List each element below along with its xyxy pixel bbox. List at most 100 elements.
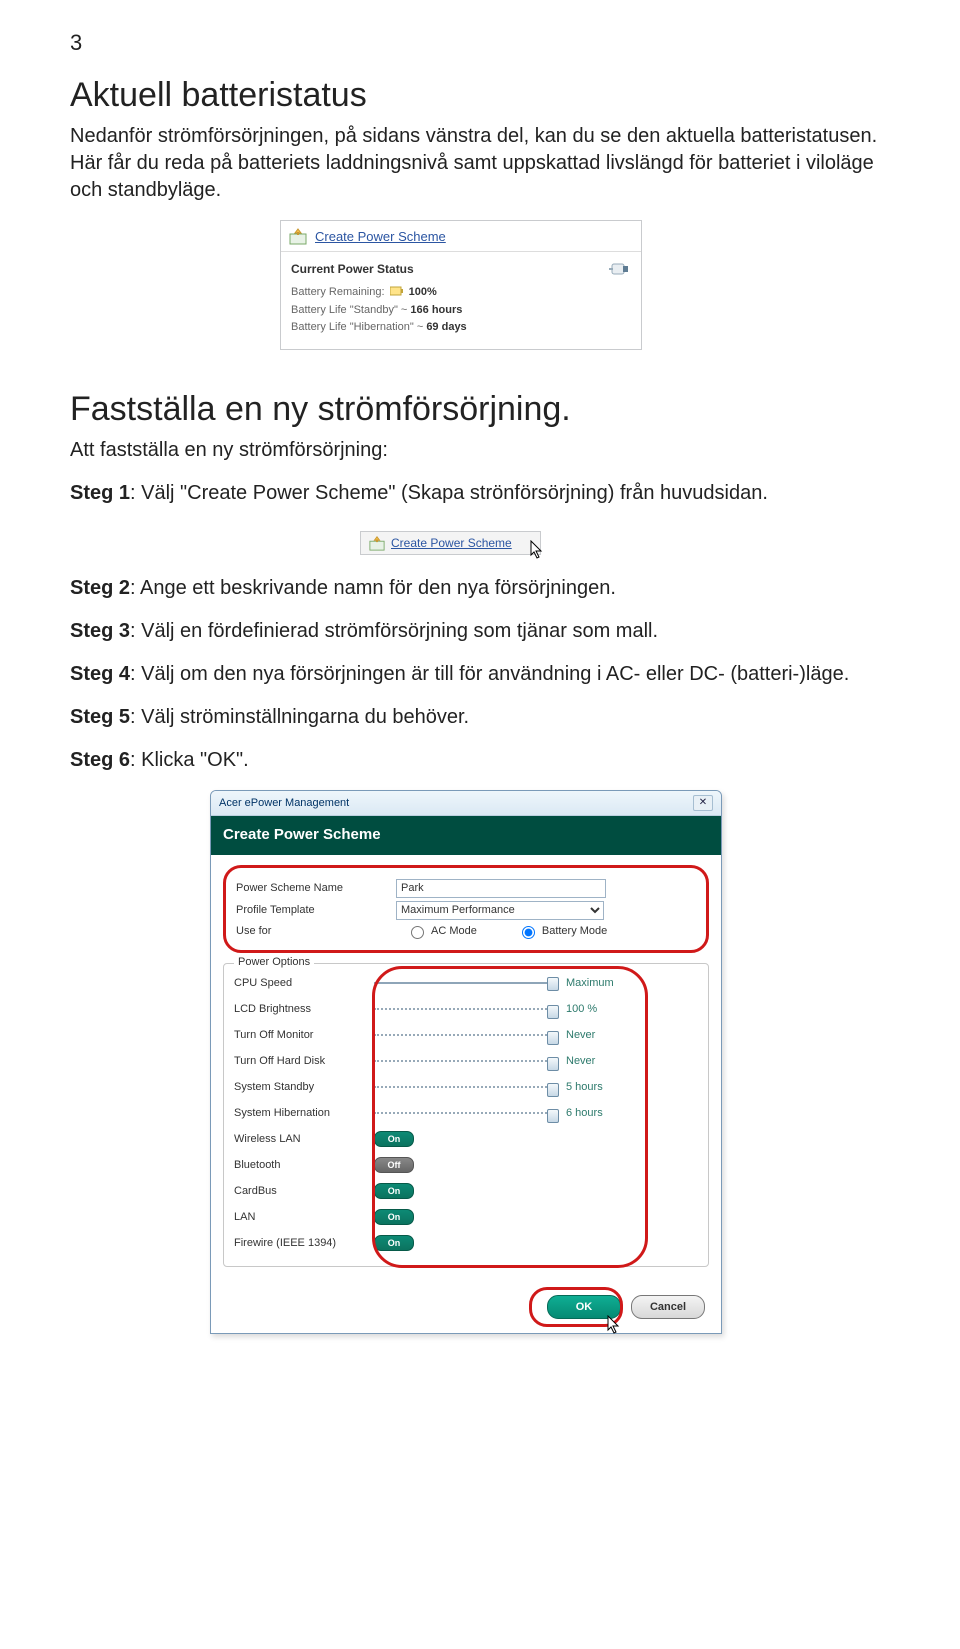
dialog-titlebar: Acer ePower Management ✕ bbox=[211, 791, 721, 816]
power-option-control: Never bbox=[374, 1055, 702, 1067]
page-number: 3 bbox=[70, 30, 890, 56]
template-label: Profile Template bbox=[236, 904, 396, 916]
power-option-label: Firewire (IEEE 1394) bbox=[234, 1237, 374, 1249]
dialog-title: Acer ePower Management bbox=[219, 797, 349, 809]
step-5-text: : Välj ströminställningarna du behöver. bbox=[130, 706, 469, 728]
create-power-scheme-link[interactable]: Create Power Scheme bbox=[315, 229, 446, 244]
power-option-label: CardBus bbox=[234, 1185, 374, 1197]
step-4-label: Steg 4 bbox=[70, 663, 130, 685]
slider[interactable] bbox=[374, 1034, 554, 1036]
slider[interactable] bbox=[374, 1060, 554, 1062]
status-line-hibernation: Battery Life "Hibernation" ~ 69 days bbox=[291, 319, 631, 337]
power-option-row: BluetoothOff bbox=[234, 1152, 702, 1178]
power-option-control: Never bbox=[374, 1029, 702, 1041]
radio-dc-label: Battery Mode bbox=[542, 925, 607, 937]
toggle-on[interactable]: On bbox=[374, 1131, 414, 1147]
create-power-scheme-dialog: Acer ePower Management ✕ Create Power Sc… bbox=[210, 790, 722, 1334]
toggle-on[interactable]: On bbox=[374, 1235, 414, 1251]
step-6: Steg 6: Klicka "OK". bbox=[70, 747, 890, 774]
status-line-standby: Battery Life "Standby" ~ 166 hours bbox=[291, 302, 631, 320]
heading-aktuell-batteristatus: Aktuell batteristatus bbox=[70, 76, 890, 115]
power-status-widget: Create Power Scheme Current Power Status… bbox=[280, 220, 642, 350]
step-2-label: Steg 2 bbox=[70, 577, 130, 599]
power-option-label: Turn Off Hard Disk bbox=[234, 1055, 374, 1067]
step-1-label: Steg 1 bbox=[70, 482, 130, 504]
power-option-row: CPU Speed Maximum bbox=[234, 970, 702, 996]
step-6-text: : Klicka "OK". bbox=[130, 749, 249, 771]
slider-thumb-icon[interactable] bbox=[547, 1057, 559, 1071]
toggle-off[interactable]: Off bbox=[374, 1157, 414, 1173]
toggle-on[interactable]: On bbox=[374, 1183, 414, 1199]
slider[interactable] bbox=[374, 1086, 554, 1088]
step-3-text: : Välj en fördefinierad strömförsörjning… bbox=[130, 620, 658, 642]
toggle-on[interactable]: On bbox=[374, 1209, 414, 1225]
power-option-value: Never bbox=[554, 1055, 646, 1067]
radio-battery-mode[interactable]: Battery Mode bbox=[517, 923, 607, 939]
power-option-row: System Standby 5 hours bbox=[234, 1074, 702, 1100]
slider[interactable] bbox=[374, 1112, 554, 1114]
step-1: Steg 1: Välj "Create Power Scheme" (Skap… bbox=[70, 480, 890, 507]
scheme-name-input[interactable] bbox=[396, 879, 606, 898]
slider-thumb-icon[interactable] bbox=[547, 977, 559, 991]
power-option-value: Maximum bbox=[554, 977, 646, 989]
power-options-legend: Power Options bbox=[234, 956, 314, 968]
intro-faststalla: Att fastställa en ny strömförsörjning: bbox=[70, 437, 890, 464]
power-option-label: Turn Off Monitor bbox=[234, 1029, 374, 1041]
power-option-row: Firewire (IEEE 1394)On bbox=[234, 1230, 702, 1256]
power-option-control: On bbox=[374, 1209, 702, 1225]
cancel-button[interactable]: Cancel bbox=[631, 1295, 705, 1319]
paragraph-aktuell: Nedanför strömförsörjningen, på sidans v… bbox=[70, 123, 890, 204]
power-option-row: System Hibernation 6 hours bbox=[234, 1100, 702, 1126]
slider-rail bbox=[374, 1060, 554, 1062]
step-2: Steg 2: Ange ett beskrivande namn för de… bbox=[70, 575, 890, 602]
power-option-value: 5 hours bbox=[554, 1081, 646, 1093]
widget-header: Create Power Scheme bbox=[281, 221, 641, 252]
power-option-control: 6 hours bbox=[374, 1107, 702, 1119]
power-option-label: CPU Speed bbox=[234, 977, 374, 989]
status-box: Current Power Status Battery Remaining: … bbox=[281, 252, 641, 349]
slider[interactable] bbox=[374, 982, 554, 984]
step-3: Steg 3: Välj en fördefinierad strömförsö… bbox=[70, 618, 890, 645]
step-6-label: Steg 6 bbox=[70, 749, 130, 771]
status-label: Battery Remaining: bbox=[291, 286, 385, 298]
template-select[interactable]: Maximum Performance bbox=[396, 901, 604, 920]
scheme-name-label: Power Scheme Name bbox=[236, 882, 396, 894]
slider-thumb-icon[interactable] bbox=[547, 1109, 559, 1123]
power-option-label: LCD Brightness bbox=[234, 1003, 374, 1015]
step-4-text: : Välj om den nya försörjningen är till … bbox=[130, 663, 849, 685]
power-option-row: Turn Off Monitor Never bbox=[234, 1022, 702, 1048]
create-power-scheme-link[interactable]: Create Power Scheme bbox=[391, 536, 512, 550]
power-option-value: 100 % bbox=[554, 1003, 646, 1015]
heading-faststalla: Fastställa en ny strömförsörjning. bbox=[70, 390, 890, 429]
power-option-control: On bbox=[374, 1183, 702, 1199]
power-option-value: 6 hours bbox=[554, 1107, 646, 1119]
power-option-control: On bbox=[374, 1235, 702, 1251]
status-value: 69 days bbox=[426, 321, 466, 333]
slider-thumb-icon[interactable] bbox=[547, 1031, 559, 1045]
power-option-control: 5 hours bbox=[374, 1081, 702, 1093]
status-label: Battery Life "Standby" ~ bbox=[291, 304, 407, 316]
power-option-row: LCD Brightness 100 % bbox=[234, 996, 702, 1022]
power-option-row: Turn Off Hard Disk Never bbox=[234, 1048, 702, 1074]
power-option-label: Wireless LAN bbox=[234, 1133, 374, 1145]
power-option-label: System Standby bbox=[234, 1081, 374, 1093]
power-option-row: CardBusOn bbox=[234, 1178, 702, 1204]
power-option-control: Maximum bbox=[374, 977, 702, 989]
dialog-header: Create Power Scheme bbox=[211, 816, 721, 855]
usefor-label: Use for bbox=[236, 925, 396, 937]
highlight-frame-top: Power Scheme Name Profile Template Maxim… bbox=[223, 865, 709, 953]
power-option-label: System Hibernation bbox=[234, 1107, 374, 1119]
power-option-value: Never bbox=[554, 1029, 646, 1041]
slider[interactable] bbox=[374, 1008, 554, 1010]
step-4: Steg 4: Välj om den nya försörjningen är… bbox=[70, 661, 890, 688]
slider-thumb-icon[interactable] bbox=[547, 1083, 559, 1097]
power-option-control: 100 % bbox=[374, 1003, 702, 1015]
power-option-label: LAN bbox=[234, 1211, 374, 1223]
status-label: Battery Life "Hibernation" ~ bbox=[291, 321, 423, 333]
radio-ac-mode[interactable]: AC Mode bbox=[406, 923, 477, 939]
power-options-fieldset: Power Options CPU SpeedMaximumLCD Bright… bbox=[223, 963, 709, 1267]
close-icon[interactable]: ✕ bbox=[693, 795, 713, 811]
create-power-scheme-button-widget: Create Power Scheme bbox=[360, 531, 541, 555]
slider-rail bbox=[374, 982, 554, 984]
slider-thumb-icon[interactable] bbox=[547, 1005, 559, 1019]
